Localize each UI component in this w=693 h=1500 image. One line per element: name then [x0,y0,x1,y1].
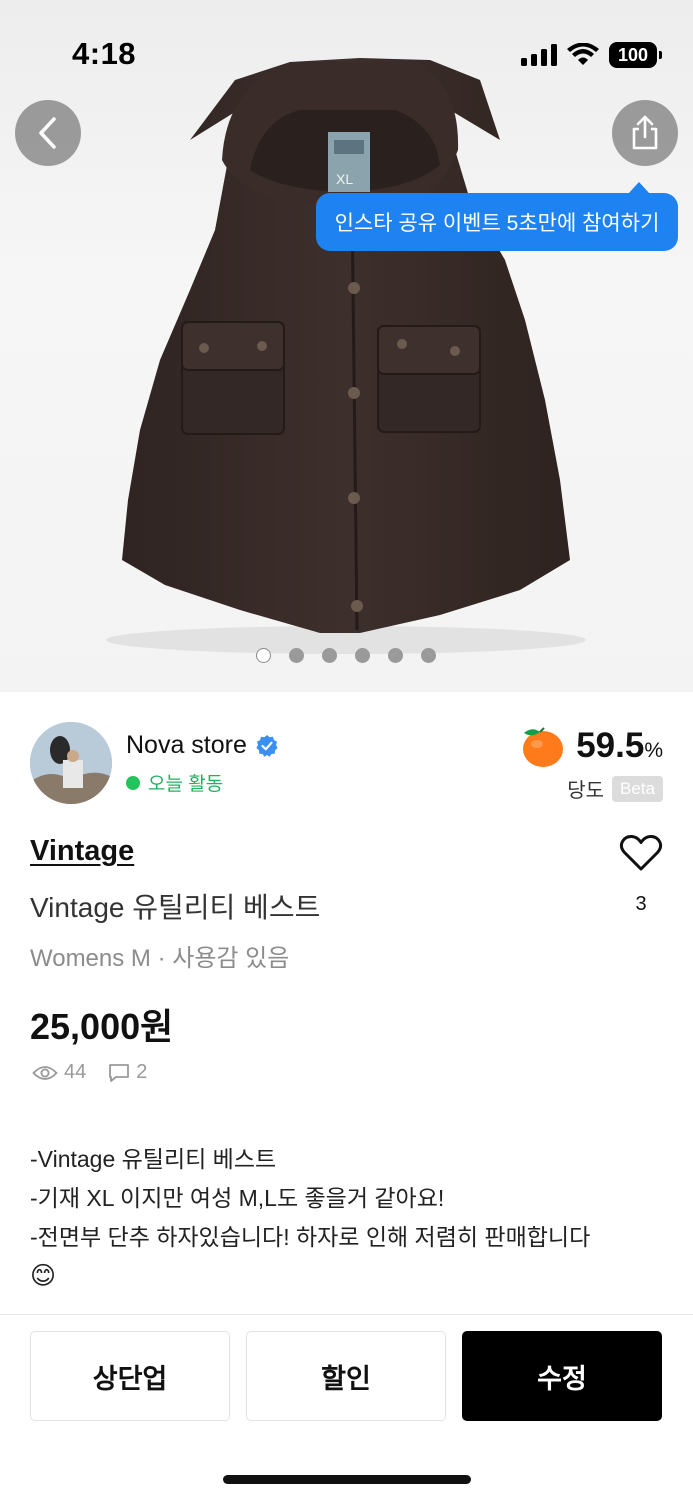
pagination-dot[interactable] [355,648,370,663]
product-stats: 44 2 [32,1061,147,1084]
active-dot-icon [126,775,140,790]
verified-badge-icon [256,734,278,757]
comment-icon [109,1063,130,1082]
size-tag-text: XL [336,171,353,187]
discount-button[interactable]: 할인 [246,1331,446,1421]
share-icon [632,115,658,150]
score-value-wrap: 59.5% [576,726,663,766]
eye-icon [32,1065,58,1080]
carousel-pagination [256,648,436,663]
signal-icon [521,44,557,66]
activity-text: 오늘 활동 [148,774,224,795]
product-photo-vest: XL [106,58,586,654]
avatar-photo [30,722,112,804]
product-size-condition: Womens M · 사용감 있음 [30,945,290,972]
like-button[interactable]: 3 [618,834,664,916]
pagination-dot[interactable] [421,648,436,663]
pagination-dot[interactable] [388,648,403,663]
pagination-dot[interactable] [256,648,271,663]
brand-link[interactable]: Vintage [30,835,134,868]
battery-icon: 100 [609,42,662,68]
home-indicator[interactable] [223,1475,471,1484]
description-line: -기재 XL 이지만 여성 M,L도 좋을거 같아요! [30,1185,445,1211]
seller-name-text: Nova store [126,731,247,759]
pagination-dot[interactable] [322,648,337,663]
product-detail-screen: XL 4:18 100 인스타 공유 이벤트 5초만에 참여하기 Nova st… [0,0,693,1500]
description-line: -전면부 단추 하자있습니다! 하자로 인해 저렴히 판매합니다 [30,1224,591,1250]
seller-activity-status: 오늘 활동 [126,769,223,796]
bump-button[interactable]: 상단업 [30,1331,230,1421]
product-title: Vintage 유틸리티 베스트 [30,892,321,923]
view-count: 44 [64,1061,87,1083]
wifi-icon [567,43,599,65]
status-bar: 4:18 100 [0,0,693,100]
description-line: -Vintage 유틸리티 베스트 [30,1146,277,1172]
score-label: 당도 [567,780,605,802]
sweetness-score[interactable]: 59.5% 당도 Beta [518,724,663,803]
chevron-left-icon [39,117,56,149]
score-unit: % [644,739,663,762]
share-button[interactable] [612,100,678,166]
divider [0,1314,693,1315]
product-price: 25,000원 [30,1006,174,1047]
status-icons: 100 [521,40,662,70]
like-count: 3 [635,893,647,915]
edit-button[interactable]: 수정 [462,1331,662,1421]
heart-icon [619,834,663,871]
beta-badge: Beta [612,775,663,802]
status-time: 4:18 [72,36,137,71]
smile-emoji: 😊 [30,1262,57,1290]
seller-avatar[interactable] [30,722,112,804]
pagination-dot[interactable] [289,648,304,663]
share-event-tooltip[interactable]: 인스타 공유 이벤트 5초만에 참여하기 [316,182,678,251]
seller-name[interactable]: Nova store [126,731,279,760]
back-button[interactable] [15,100,81,166]
product-description: -Vintage 유틸리티 베스트 -기재 XL 이지만 여성 M,L도 좋을거… [30,1140,670,1296]
comment-count: 2 [136,1061,148,1083]
product-image-carousel[interactable]: XL 4:18 100 인스타 공유 이벤트 5초만에 참여하기 [0,0,693,692]
tangerine-icon [523,727,564,767]
score-value: 59.5 [576,726,645,765]
